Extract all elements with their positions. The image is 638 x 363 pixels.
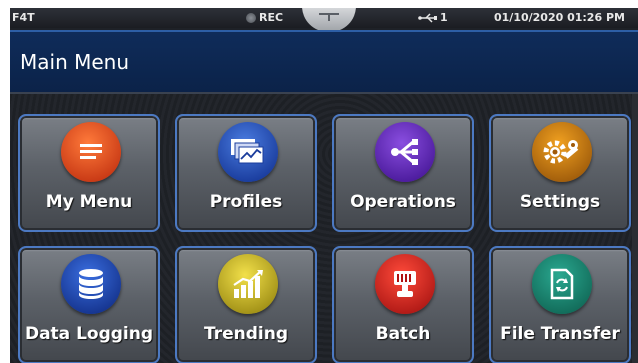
menu-tile-label: Profiles (209, 192, 283, 212)
menu-tile-label: Batch (375, 324, 431, 344)
usb-icon (418, 12, 437, 23)
list-icon (61, 122, 121, 182)
title-bar: Main Menu (10, 30, 638, 94)
brand-label: F4T (12, 11, 35, 24)
menu-tile-label: Operations (350, 192, 456, 212)
menu-tile-file-transfer[interactable]: File Transfer (489, 246, 631, 363)
record-icon (246, 12, 256, 23)
menu-tile-batch[interactable]: Batch (332, 246, 474, 363)
menu-tile-label: Data Logging (24, 324, 154, 344)
menu-tile-operations[interactable]: Operations (332, 114, 474, 232)
file-transfer-icon (532, 254, 592, 314)
menu-tile-label: My Menu (45, 192, 133, 212)
page-title: Main Menu (20, 50, 130, 74)
record-label: REC (259, 11, 284, 24)
usb-count: 1 (440, 11, 448, 24)
menu-tile-trending[interactable]: Trending (175, 246, 317, 363)
menu-tile-data-logging[interactable]: Data Logging (18, 246, 160, 363)
status-bar: F4T REC 1 01/10/2020 01:26 PM (10, 8, 638, 32)
menu-grid: My Menu Profiles Operations Settings Dat… (10, 94, 638, 363)
record-indicator[interactable]: REC (246, 11, 283, 24)
menu-tile-profiles[interactable]: Profiles (175, 114, 317, 232)
usb-indicator: 1 (418, 11, 448, 24)
gears-icon (532, 122, 592, 182)
menu-tile-settings[interactable]: Settings (489, 114, 631, 232)
database-icon (61, 254, 121, 314)
hmi-screen: F4T REC 1 01/10/2020 01:26 PM Main Menu (10, 8, 638, 363)
menu-tile-my-menu[interactable]: My Menu (18, 114, 160, 232)
pull-down-icon (319, 13, 339, 21)
menu-tile-label: Settings (519, 192, 601, 212)
scroll-edge (632, 94, 638, 363)
menu-tile-label: Trending (203, 324, 288, 344)
profiles-icon (218, 122, 278, 182)
batch-icon (375, 254, 435, 314)
menu-tile-label: File Transfer (500, 324, 620, 344)
datetime-display: 01/10/2020 01:26 PM (494, 11, 625, 24)
bar-chart-icon (218, 254, 278, 314)
pull-down-tab[interactable] (302, 8, 356, 32)
share-icon (375, 122, 435, 182)
